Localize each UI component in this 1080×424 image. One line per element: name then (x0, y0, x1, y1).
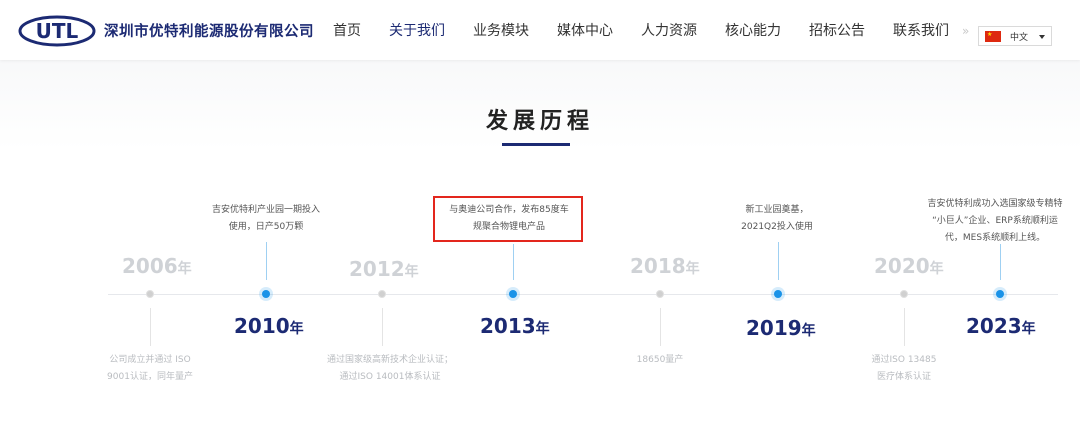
timeline-year-2012: 2012年 (349, 257, 419, 281)
language-select[interactable]: ★ 中文 (978, 26, 1052, 46)
timeline-desc-2006: 公司成立并通过 ISO 9001认证，同年量产 (107, 355, 193, 382)
chevron-down-icon (1039, 35, 1045, 39)
nav-item-media[interactable]: 媒体中心 (557, 20, 613, 40)
nav-item-about[interactable]: 关于我们 (389, 20, 445, 40)
timeline-connector-2006 (150, 308, 151, 346)
timeline-dot-2018[interactable] (656, 290, 664, 298)
timeline-dot-2020[interactable] (900, 290, 908, 298)
timeline-year-2023: 2023年 (966, 314, 1036, 338)
timeline-year-2006: 2006年 (122, 254, 192, 278)
site-header: UTL 深圳市优特利能源股份有限公司 首页 关于我们 业务模块 媒体中心 人力资… (0, 0, 1080, 60)
timeline-dot-2023[interactable] (996, 290, 1004, 298)
timeline-year-2018: 2018年 (630, 254, 700, 278)
timeline-desc-2023: 吉安优特利成功入选国家级专精特 “小巨人”企业、ERP系统顺利运 代，MES系统… (927, 199, 1063, 243)
timeline-year-2010: 2010年 (234, 314, 304, 338)
timeline-axis (108, 294, 1058, 295)
timeline-desc-2010: 吉安优特利产业园一期投入 使用，日产50万颗 (211, 205, 320, 232)
timeline-connector-2013 (513, 244, 514, 280)
timeline-connector-2023 (1000, 244, 1001, 280)
nav-item-tender[interactable]: 招标公告 (809, 20, 865, 40)
language-label: 中文 (1010, 32, 1029, 43)
timeline-connector-2020 (904, 308, 905, 346)
timeline-dot-2013[interactable] (509, 290, 517, 298)
nav-separator: » (962, 24, 969, 38)
timeline-desc-2018: 18650量产 (636, 355, 684, 365)
page: UTL 深圳市优特利能源股份有限公司 首页 关于我们 业务模块 媒体中心 人力资… (0, 0, 1080, 424)
timeline-year-2019: 2019年 (746, 316, 816, 340)
nav-item-business[interactable]: 业务模块 (473, 20, 529, 40)
nav-item-core[interactable]: 核心能力 (725, 20, 781, 40)
title-underline (502, 143, 570, 146)
timeline-connector-2019 (778, 242, 779, 280)
main-nav: 首页 关于我们 业务模块 媒体中心 人力资源 核心能力 招标公告 联系我们 (318, 0, 949, 60)
utl-logo[interactable]: UTL (18, 14, 96, 48)
nav-item-contact[interactable]: 联系我们 (893, 20, 949, 40)
timeline-desc-2020: 通过ISO 13485 医疗体系认证 (871, 355, 937, 382)
timeline-dot-2010[interactable] (262, 290, 270, 298)
timeline-connector-2012 (382, 308, 383, 346)
timeline-connector-2010 (266, 242, 267, 280)
timeline-year-2013: 2013年 (480, 314, 550, 338)
timeline-connector-2018 (660, 308, 661, 346)
timeline-dot-2006[interactable] (146, 290, 154, 298)
timeline-year-2020: 2020年 (874, 254, 944, 278)
logo-text: UTL (36, 19, 79, 43)
timeline-desc-2019: 新工业园奠基， 2021Q2投入使用 (741, 205, 813, 232)
china-flag-icon: ★ (985, 30, 1001, 42)
nav-item-hr[interactable]: 人力资源 (641, 20, 697, 40)
timeline-desc-2012: 通过国家级高新技术企业认证； 通过ISO 14001体系认证 (326, 355, 453, 382)
timeline-dot-2012[interactable] (378, 290, 386, 298)
timeline-dot-2019[interactable] (774, 290, 782, 298)
section-title: 发展历程 (485, 109, 594, 134)
highlight-box (433, 196, 583, 242)
company-name: 深圳市优特利能源股份有限公司 (104, 24, 314, 40)
nav-item-home[interactable]: 首页 (333, 20, 361, 40)
